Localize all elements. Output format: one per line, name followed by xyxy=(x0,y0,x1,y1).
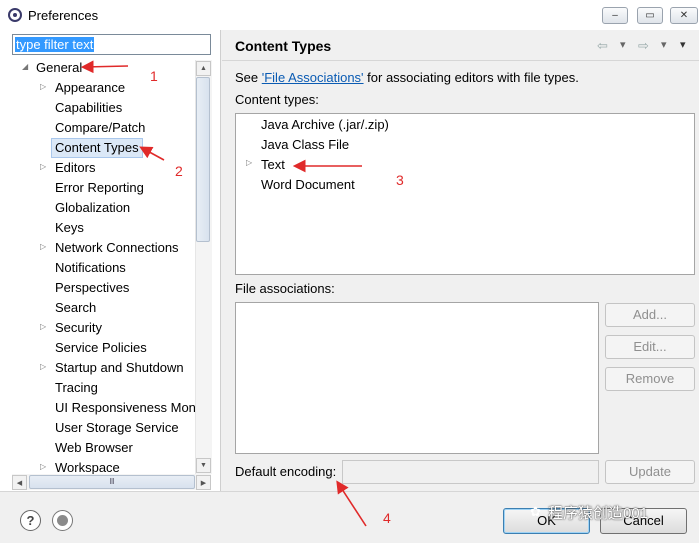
watermark-logo-icon: ✿ xyxy=(530,504,541,519)
annotation-number-1: 1 xyxy=(150,68,158,84)
annotation-overlay xyxy=(80,60,367,527)
watermark-text: 程序猿创造001 xyxy=(548,505,649,522)
annotation-arrow-4 xyxy=(336,480,367,527)
annotation-arrow-1 xyxy=(80,60,129,74)
annotation-arrow-2 xyxy=(139,146,165,161)
content-type-item[interactable]: Text xyxy=(261,155,285,175)
content-type-item[interactable]: Java Class File xyxy=(261,135,349,155)
annotation-number-4: 4 xyxy=(383,510,391,526)
annotation-number-2: 2 xyxy=(175,163,183,179)
content-type-item[interactable]: Java Archive (.jar/.zip) xyxy=(261,115,389,135)
annotation-number-3: 3 xyxy=(396,172,404,188)
content-type-item[interactable]: Word Document xyxy=(261,175,355,195)
expand-triangle-icon[interactable]: ▷ xyxy=(246,158,252,167)
